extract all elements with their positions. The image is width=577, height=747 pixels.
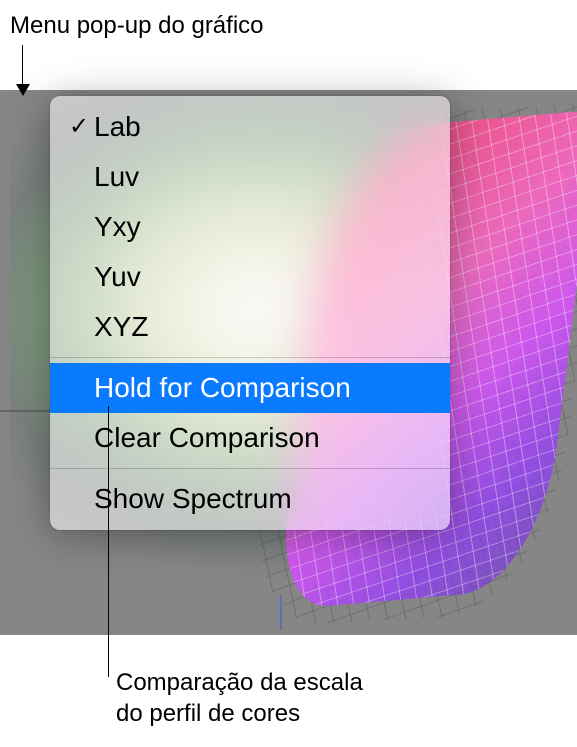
- callout-top-arrow-icon: [16, 84, 30, 96]
- menu-item-xyz[interactable]: XYZ: [50, 302, 450, 352]
- menu-item-label: Lab: [94, 106, 141, 148]
- menu-item-clear-comparison[interactable]: Clear Comparison: [50, 413, 450, 463]
- callout-bottom-label: Comparação da escala do perfil de cores: [116, 667, 363, 729]
- callout-top-label: Menu pop-up do gráfico: [10, 12, 264, 40]
- menu-item-label: Clear Comparison: [94, 417, 320, 459]
- menu-item-hold-comparison[interactable]: Hold for Comparison: [50, 363, 450, 413]
- menu-item-lab[interactable]: ✓ Lab: [50, 102, 450, 152]
- menu-item-yuv[interactable]: Yuv: [50, 252, 450, 302]
- menu-item-luv[interactable]: Luv: [50, 152, 450, 202]
- menu-item-label: Luv: [94, 156, 139, 198]
- callout-bottom-line2: do perfil de cores: [116, 698, 363, 729]
- callout-bottom-line1: Comparação da escala: [116, 667, 363, 698]
- menu-item-label: XYZ: [94, 306, 148, 348]
- menu-item-label: Show Spectrum: [94, 478, 292, 520]
- callout-top-line: [22, 45, 23, 87]
- menu-item-yxy[interactable]: Yxy: [50, 202, 450, 252]
- menu-divider: [50, 357, 450, 358]
- menu-item-label: Yuv: [94, 256, 141, 298]
- menu-item-label: Hold for Comparison: [94, 367, 351, 409]
- menu-divider: [50, 468, 450, 469]
- callout-bottom-line: [108, 406, 109, 677]
- axis-vertical: [280, 595, 282, 630]
- menu-item-label: Yxy: [94, 206, 141, 248]
- menu-item-show-spectrum[interactable]: Show Spectrum: [50, 474, 450, 524]
- checkmark-icon: ✓: [64, 109, 94, 145]
- plot-popup-menu: ✓ Lab Luv Yxy Yuv XYZ Hold for Compariso…: [50, 96, 450, 530]
